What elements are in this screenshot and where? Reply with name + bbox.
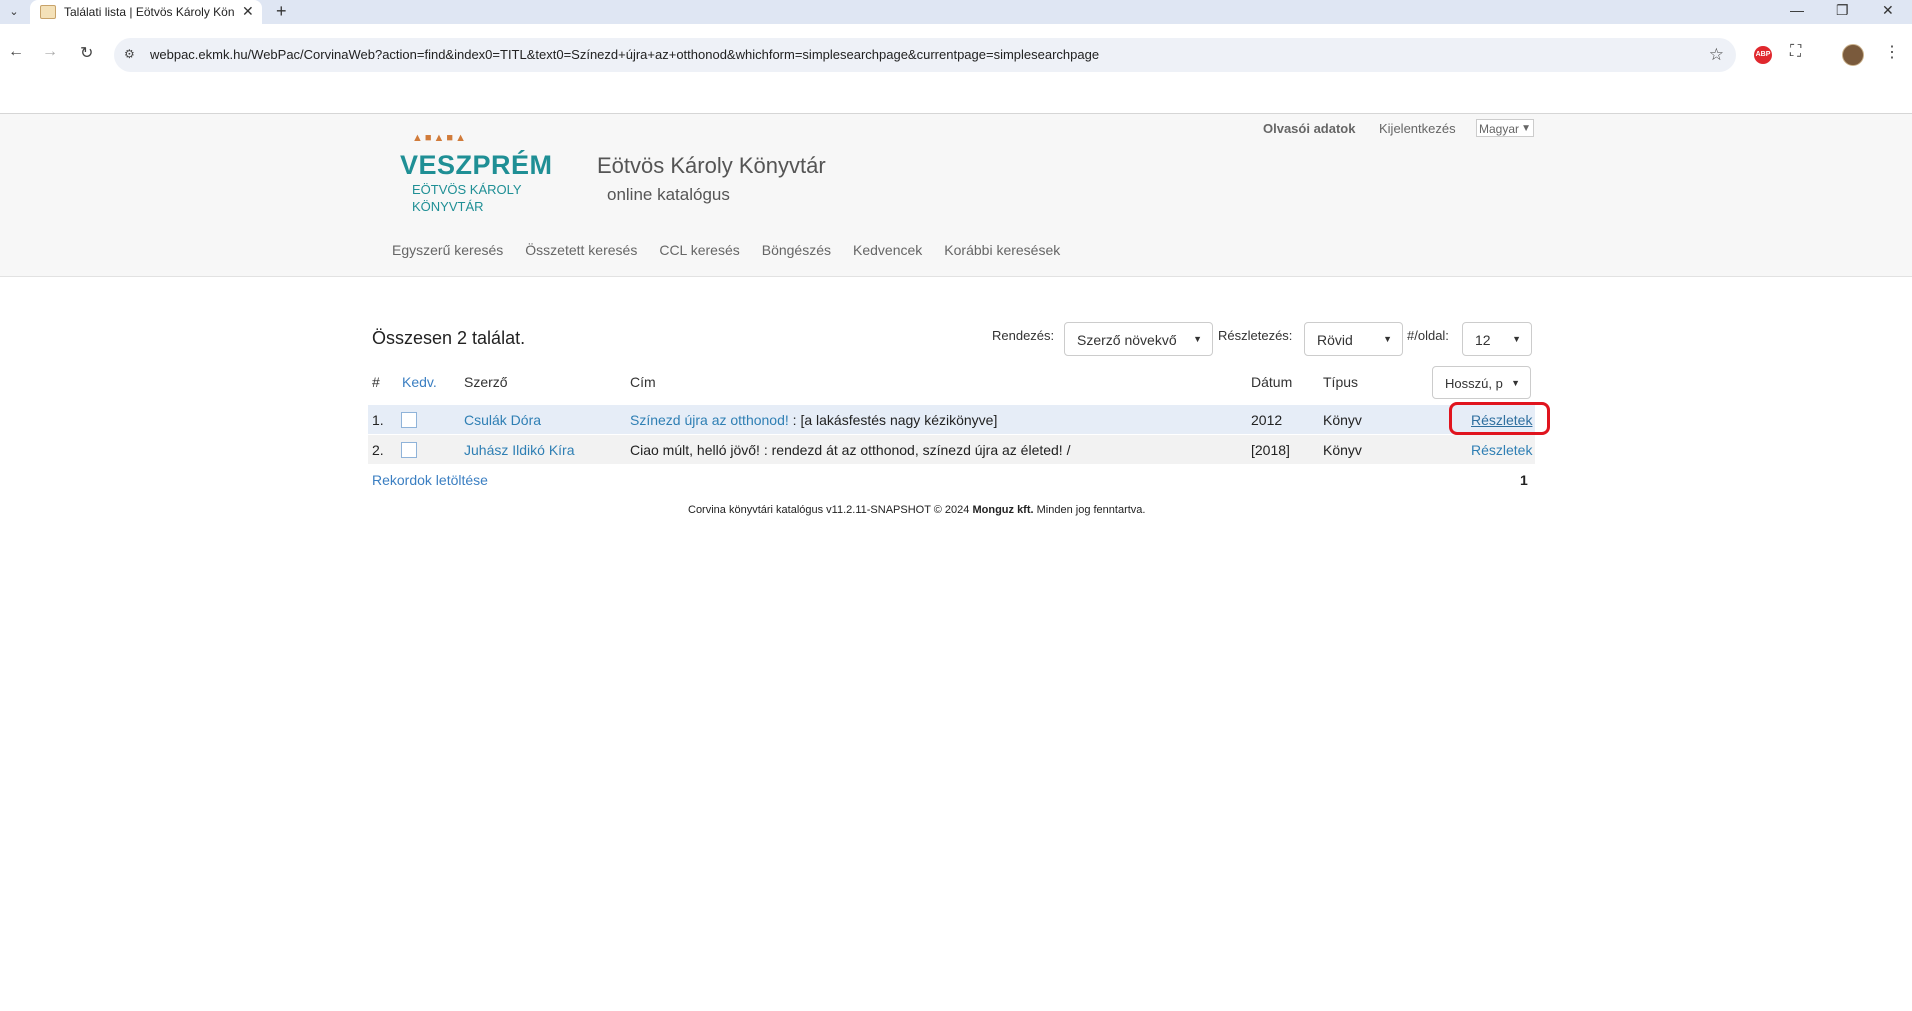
language-value: Magyar (1479, 122, 1520, 136)
detail-value: Rövid (1317, 332, 1353, 348)
extensions-icon[interactable]: ⛶ (1790, 43, 1801, 61)
favorite-checkbox[interactable] (401, 442, 417, 458)
results-summary: Összesen 2 találat. (372, 328, 526, 348)
favicon-icon (40, 5, 56, 19)
window-close-icon[interactable]: ✕ (1882, 2, 1894, 19)
nav-ccl-search[interactable]: CCL keresés (659, 242, 739, 258)
logo-crown-icon: ▲■▲■▲ (412, 132, 468, 144)
close-tab-icon[interactable]: ✕ (242, 3, 254, 20)
site-info-icon[interactable]: ⚙ (124, 47, 135, 61)
per-page-label: #/oldal: (1407, 328, 1449, 343)
detail-label: Részletezés: (1218, 328, 1293, 343)
footer-company: Monguz kft. (972, 504, 1034, 516)
caret-down-icon: ▼ (1511, 378, 1520, 388)
author-link[interactable]: Csulák Dóra (464, 412, 541, 428)
browser-tab-bar: ⌄ Találati lista | Eötvös Károly Kön ✕ +… (0, 0, 1912, 24)
col-author: Szerző (464, 374, 508, 390)
logo-text-sub1: EÖTVÖS KÁROLY (412, 182, 522, 197)
chevron-down-icon: ▼ (1521, 123, 1531, 134)
per-page-value: 12 (1475, 332, 1491, 348)
profile-avatar[interactable] (1842, 44, 1864, 66)
table-row: 2. Juhász Ildikó Kíra Ciao múlt, helló j… (368, 435, 1535, 464)
new-tab-icon[interactable]: + (276, 1, 287, 22)
page-number[interactable]: 1 (1520, 472, 1528, 488)
table-row: 1. Csulák Dóra Színezd újra az otthonod!… (368, 405, 1535, 434)
details-highlight-annotation (1449, 402, 1550, 435)
tab-search-icon[interactable]: ⌄ (6, 4, 22, 20)
format-dropdown[interactable]: Hosszú, p ▼ (1432, 366, 1531, 399)
caret-down-icon: ▼ (1512, 334, 1521, 344)
row-number: 2. (372, 442, 384, 458)
restore-icon[interactable]: ❐ (1836, 2, 1849, 19)
library-logo[interactable]: ▲■▲■▲ VESZPRÉM EÖTVÖS KÁROLY KÖNYVTÁR (398, 132, 552, 222)
row-number: 1. (372, 412, 384, 428)
col-date: Dátum (1251, 374, 1293, 390)
tab-title: Találati lista | Eötvös Károly Kön (64, 5, 234, 19)
logo-text-sub2: KÖNYVTÁR (412, 199, 484, 214)
main-navigation: Egyszerű keresés Összetett keresés CCL ker… (392, 242, 1082, 258)
format-value: Hosszú, p (1445, 376, 1503, 391)
type-cell: Könyv (1323, 442, 1362, 458)
col-num: # (372, 374, 380, 390)
author-link[interactable]: Juhász Ildikó Kíra (464, 442, 575, 458)
back-icon[interactable]: ← (8, 43, 24, 61)
col-type: Típus (1323, 374, 1359, 390)
title-cell[interactable]: Ciao múlt, helló jövő! : rendezd át az o… (630, 442, 1070, 458)
nav-advanced-search[interactable]: Összetett keresés (525, 242, 637, 258)
address-bar[interactable]: ⚙ webpac.ekmk.hu/WebPac/CorvinaWeb?actio… (114, 38, 1736, 72)
bookmark-star-icon[interactable]: ☆ (1709, 45, 1724, 65)
nav-favorites[interactable]: Kedvencek (853, 242, 922, 258)
url-text[interactable]: webpac.ekmk.hu/WebPac/CorvinaWeb?action=… (150, 47, 1099, 62)
sort-dropdown[interactable]: Szerző növekvő ▼ (1064, 322, 1213, 356)
language-select[interactable]: Magyar ▼ (1476, 119, 1534, 137)
adblock-icon[interactable]: ABP (1754, 46, 1772, 64)
favorite-checkbox[interactable] (401, 412, 417, 428)
col-title: Cím (630, 374, 656, 390)
browser-tab[interactable]: Találati lista | Eötvös Károly Kön ✕ (30, 0, 262, 24)
nav-previous-searches[interactable]: Korábbi keresések (944, 242, 1060, 258)
date-cell: 2012 (1251, 412, 1283, 428)
nav-browse[interactable]: Böngészés (762, 242, 831, 258)
sort-label: Rendezés: (992, 328, 1055, 343)
minimize-icon[interactable]: — (1790, 2, 1804, 18)
reload-icon[interactable]: ↻ (80, 43, 93, 63)
caret-down-icon: ▼ (1193, 334, 1202, 344)
title-link[interactable]: Színezd újra az otthonod! (630, 412, 789, 428)
title-rest: : [a lakásfestés nagy kézikönyve] (788, 412, 998, 428)
type-cell: Könyv (1323, 412, 1362, 428)
download-records-link[interactable]: Rekordok letöltése (372, 472, 488, 488)
date-cell: [2018] (1251, 442, 1290, 458)
col-favorites[interactable]: Kedv. (402, 374, 437, 390)
caret-down-icon: ▼ (1383, 334, 1392, 344)
site-title: Eötvös Károly Könyvtár (597, 153, 826, 178)
title-rest: Ciao múlt, helló jövő! : rendezd át az o… (630, 442, 1071, 458)
page-footer: Corvina könyvtári katalógus v11.2.11-SNA… (688, 504, 1145, 516)
logo-text-main: VESZPRÉM (400, 150, 553, 180)
footer-prefix: Corvina könyvtári katalógus v11.2.11-SNA… (688, 504, 973, 516)
title-cell: Színezd újra az otthonod! : [a lakásfest… (630, 412, 997, 428)
detail-dropdown[interactable]: Rövid ▼ (1304, 322, 1403, 356)
site-header: ▲■▲■▲ VESZPRÉM EÖTVÖS KÁROLY KÖNYVTÁR Eö… (0, 113, 1912, 277)
reader-data-link[interactable]: Olvasói adatok (1263, 121, 1355, 136)
sort-value: Szerző növekvő (1077, 332, 1177, 348)
footer-suffix: Minden jog fenntartva. (1033, 504, 1146, 516)
browser-toolbar: ← → ↻ ⚙ webpac.ekmk.hu/WebPac/CorvinaWeb… (0, 24, 1912, 87)
logout-link[interactable]: Kijelentkezés (1379, 121, 1456, 136)
details-link[interactable]: Részletek (1471, 442, 1532, 458)
menu-kebab-icon[interactable]: ⋮ (1884, 42, 1900, 62)
forward-icon[interactable]: → (42, 43, 58, 61)
nav-simple-search[interactable]: Egyszerű keresés (392, 242, 503, 258)
per-page-dropdown[interactable]: 12 ▼ (1462, 322, 1532, 356)
site-subtitle: online katalógus (607, 185, 730, 204)
